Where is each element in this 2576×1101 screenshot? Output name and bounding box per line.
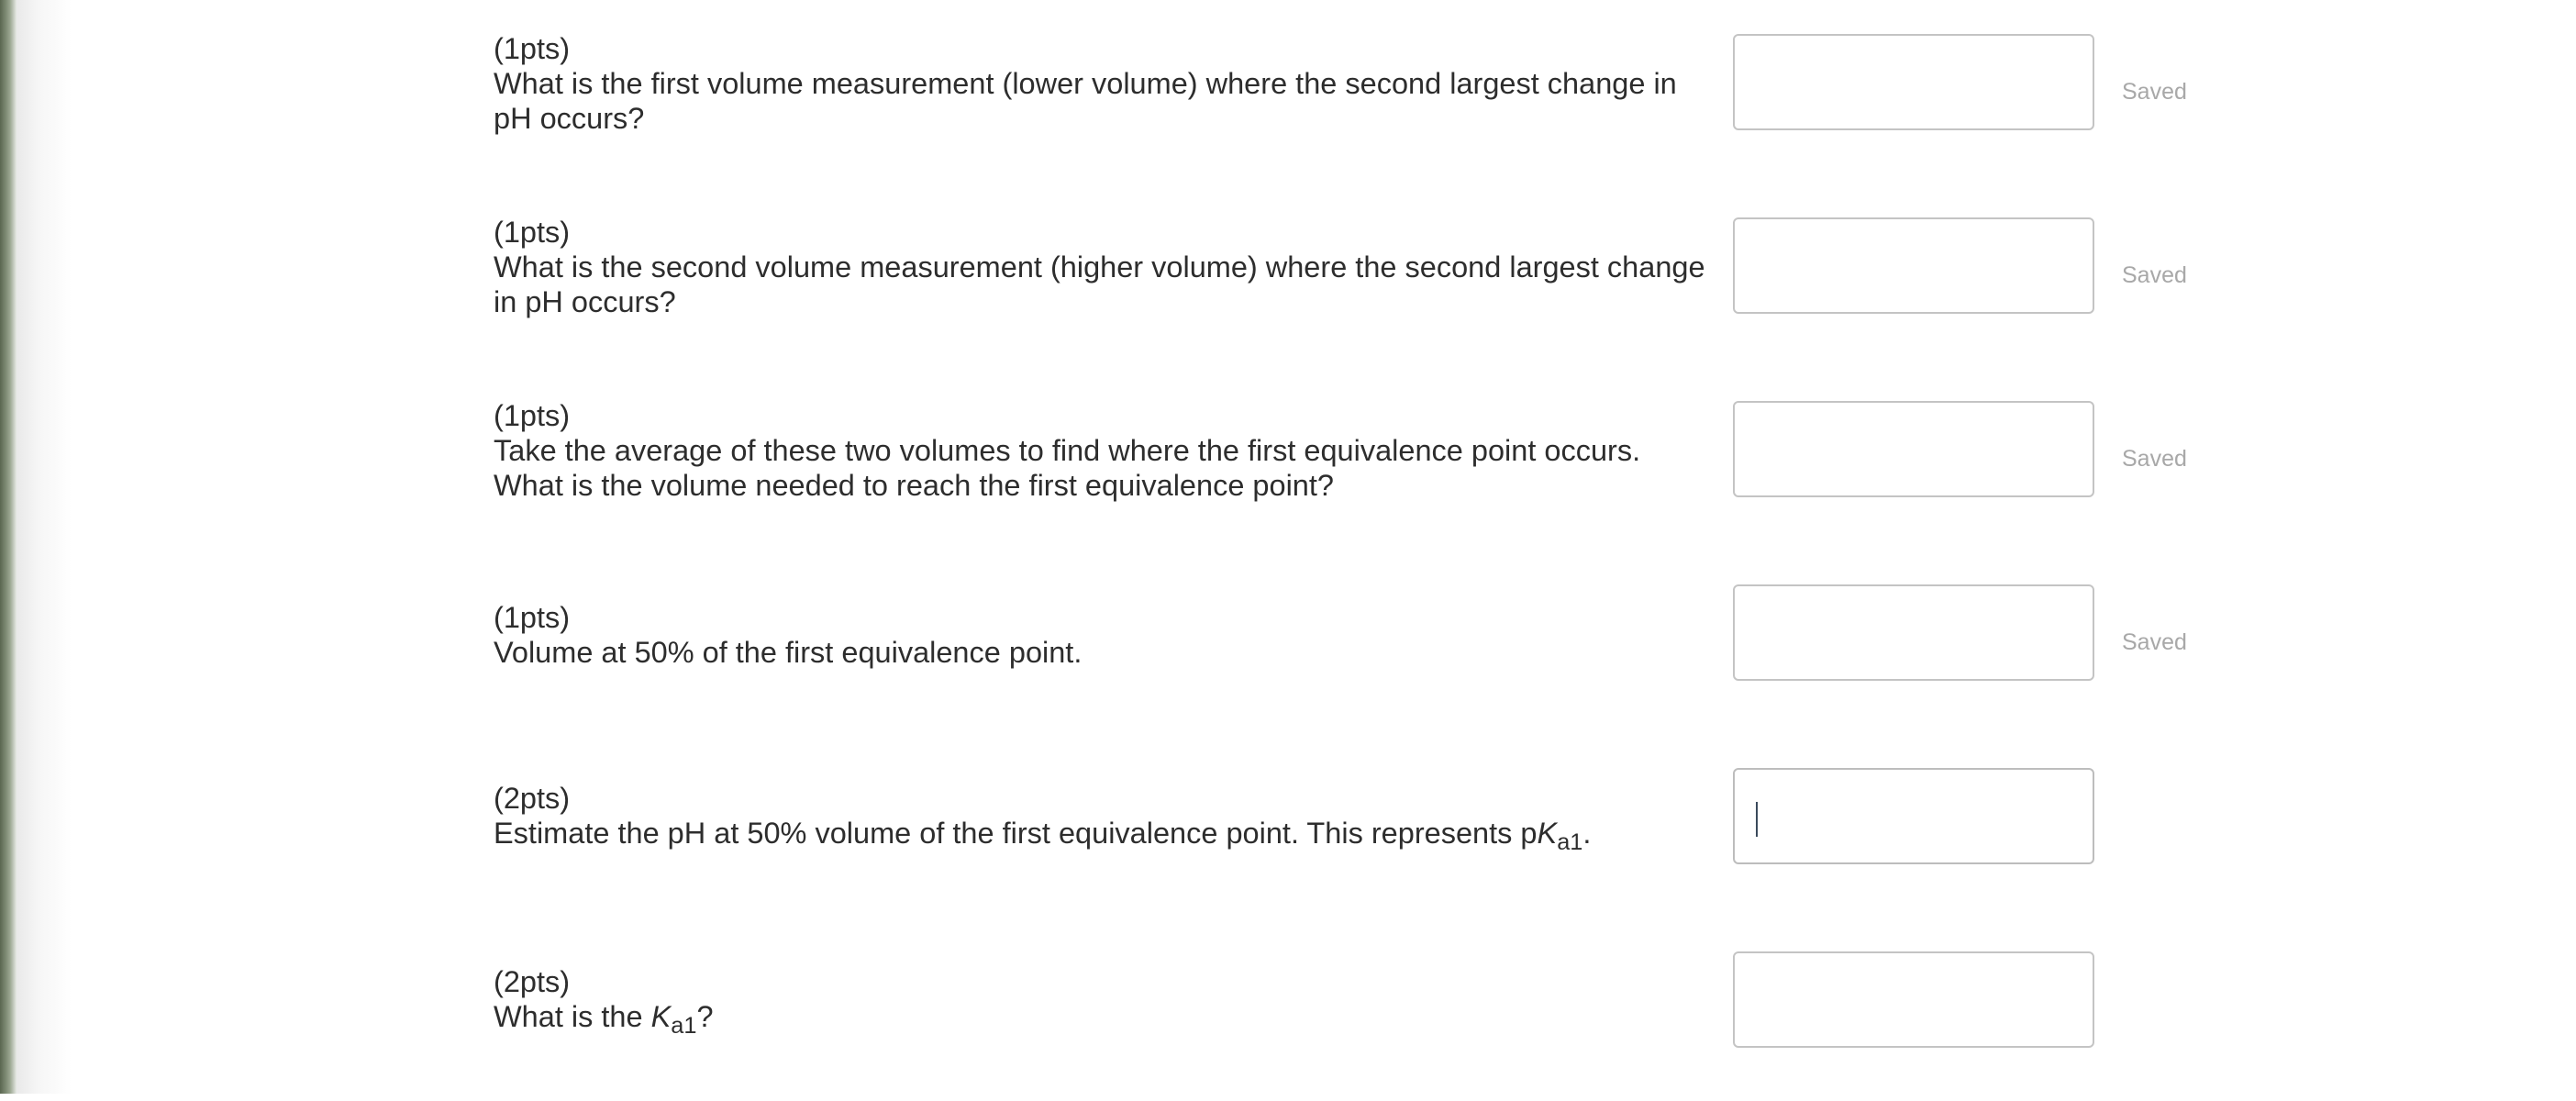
answer-input[interactable] [1733,34,2094,130]
question-text-before: What is the [494,1000,651,1033]
question-prompt: (1pts) Volume at 50% of the first equiva… [494,600,1706,670]
question-prompt: (2pts) What is the Ka1? [494,964,1706,1038]
saved-status: Saved [2122,629,2187,655]
answer-input[interactable] [1733,217,2094,314]
question-item: (1pts) What is the first volume measurem… [0,0,2576,184]
question-item: (2pts) What is the Ka1? [0,918,2576,1101]
question-item: (1pts) What is the second volume measure… [0,184,2576,367]
question-prompt: (2pts) Estimate the pH at 50% volume of … [494,781,1706,854]
question-text: Volume at 50% of the first equivalence p… [494,636,1083,669]
answer-input[interactable] [1733,951,2094,1048]
text-cursor [1756,802,1758,837]
saved-status: Saved [2122,262,2187,288]
question-points: (2pts) [494,965,571,998]
question-item: (2pts) Estimate the pH at 50% volume of … [0,734,2576,918]
math-symbol: K [650,1000,672,1033]
question-points: (1pts) [494,601,571,634]
math-subscript: a1 [1557,829,1583,856]
question-prompt: (1pts) What is the first volume measurem… [494,31,1706,136]
answer-input[interactable] [1733,401,2094,497]
question-text-after: ? [696,1000,714,1033]
math-symbol: K [1537,817,1558,850]
question-points: (1pts) [494,216,571,249]
question-prompt: (1pts) Take the average of these two vol… [494,398,1706,503]
math-subscript: a1 [671,1013,697,1040]
answer-input[interactable] [1733,768,2094,864]
question-text: What is the second volume measurement (h… [494,250,1705,318]
saved-status: Saved [2122,79,2187,105]
question-item: (1pts) Volume at 50% of the first equiva… [0,550,2576,734]
question-text: Estimate the pH at 50% volume of the fir… [494,816,1706,854]
saved-status: Saved [2122,446,2187,472]
answer-input[interactable] [1733,584,2094,681]
question-points: (1pts) [494,32,571,65]
question-points: (1pts) [494,399,571,432]
question-text: What is the Ka1? [494,999,1706,1038]
question-list: (1pts) What is the first volume measurem… [0,0,2576,1094]
question-text-before: Estimate the pH at 50% volume of the fir… [494,817,1538,850]
question-text-after: . [1582,817,1592,850]
question-points: (2pts) [494,782,571,815]
question-item: (1pts) Take the average of these two vol… [0,367,2576,550]
question-prompt: (1pts) What is the second volume measure… [494,215,1706,319]
question-text: Take the average of these two volumes to… [494,434,1641,502]
question-text: What is the first volume measurement (lo… [494,67,1677,135]
